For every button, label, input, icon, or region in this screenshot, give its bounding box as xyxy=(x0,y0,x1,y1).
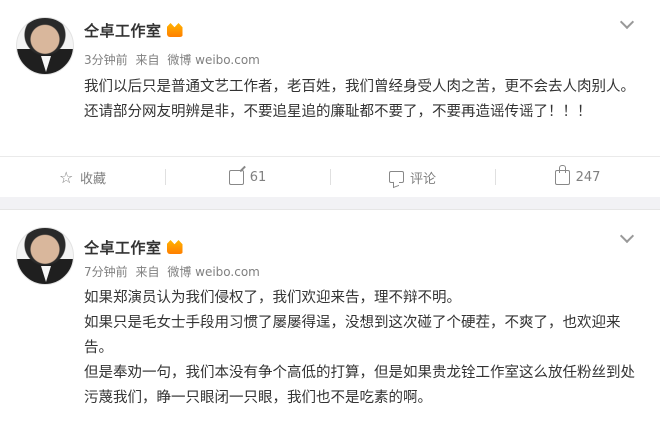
author-name-row: 仝卓工作室 xyxy=(84,20,183,41)
author-name[interactable]: 仝卓工作室 xyxy=(84,22,162,40)
post-paragraph: 我们以后只是普通文艺工作者，老百姓，我们曾经身受人肉之苦，更不会去人肉别人。还请… xyxy=(84,79,635,120)
comment-label: 评论 xyxy=(409,171,436,187)
post-time[interactable]: 7分钟前 xyxy=(84,265,128,279)
action-bar: ☆ 收藏 61 评论 247 xyxy=(0,156,660,197)
avatar[interactable] xyxy=(16,17,74,75)
post-paragraph: 如果郑演员认为我们侵权了，我们欢迎来告，理不辩不明。 xyxy=(84,290,461,306)
favorite-button[interactable]: ☆ 收藏 xyxy=(0,157,165,197)
source-prefix: 来自 xyxy=(135,265,160,279)
post-text: 如果郑演员认为我们侵权了，我们欢迎来告，理不辩不明。 如果只是毛女士手段用习惯了… xyxy=(84,286,636,411)
post-meta: 3分钟前 来自 微博 weibo.com xyxy=(84,51,264,68)
repost-count: 61 xyxy=(249,169,267,185)
post-time[interactable]: 3分钟前 xyxy=(84,53,128,67)
more-chevron-icon[interactable] xyxy=(619,228,635,244)
repost-icon xyxy=(228,169,244,185)
like-count: 247 xyxy=(575,169,601,185)
like-icon xyxy=(554,164,570,185)
post-source[interactable]: 微博 weibo.com xyxy=(167,265,260,279)
post-paragraph: 但是奉劝一句，我们本没有争个高低的打算，但是如果贵龙铨工作室这么放任粉丝到处污蔑… xyxy=(84,365,635,406)
author-name[interactable]: 仝卓工作室 xyxy=(84,239,162,257)
comment-button[interactable]: 评论 xyxy=(330,157,495,197)
post-source[interactable]: 微博 weibo.com xyxy=(167,53,260,67)
post-paragraph: 如果只是毛女士手段用习惯了屡屡得逞，没想到这次碰了个硬茬，不爽了，也欢迎来告。 xyxy=(84,315,621,356)
weibo-post-card: 仝卓工作室 3分钟前 来自 微博 weibo.com 我们以后只是普通文艺工作者… xyxy=(0,0,660,197)
author-name-row: 仝卓工作室 xyxy=(84,237,183,258)
avatar[interactable] xyxy=(16,227,74,285)
vip-badge-icon xyxy=(166,23,183,37)
like-button[interactable]: 247 xyxy=(495,157,660,197)
star-icon: ☆ xyxy=(58,167,74,187)
source-prefix: 来自 xyxy=(135,53,160,67)
post-meta: 7分钟前 来自 微博 weibo.com xyxy=(84,263,264,280)
vip-badge-icon xyxy=(166,240,183,254)
post-text: 我们以后只是普通文艺工作者，老百姓，我们曾经身受人肉之苦，更不会去人肉别人。还请… xyxy=(84,75,636,125)
weibo-post-card: 仝卓工作室 7分钟前 来自 微博 weibo.com 如果郑演员认为我们侵权了，… xyxy=(0,209,660,422)
more-chevron-icon[interactable] xyxy=(619,14,635,30)
repost-button[interactable]: 61 xyxy=(165,157,330,197)
favorite-label: 收藏 xyxy=(79,171,106,187)
comment-icon xyxy=(388,171,404,183)
